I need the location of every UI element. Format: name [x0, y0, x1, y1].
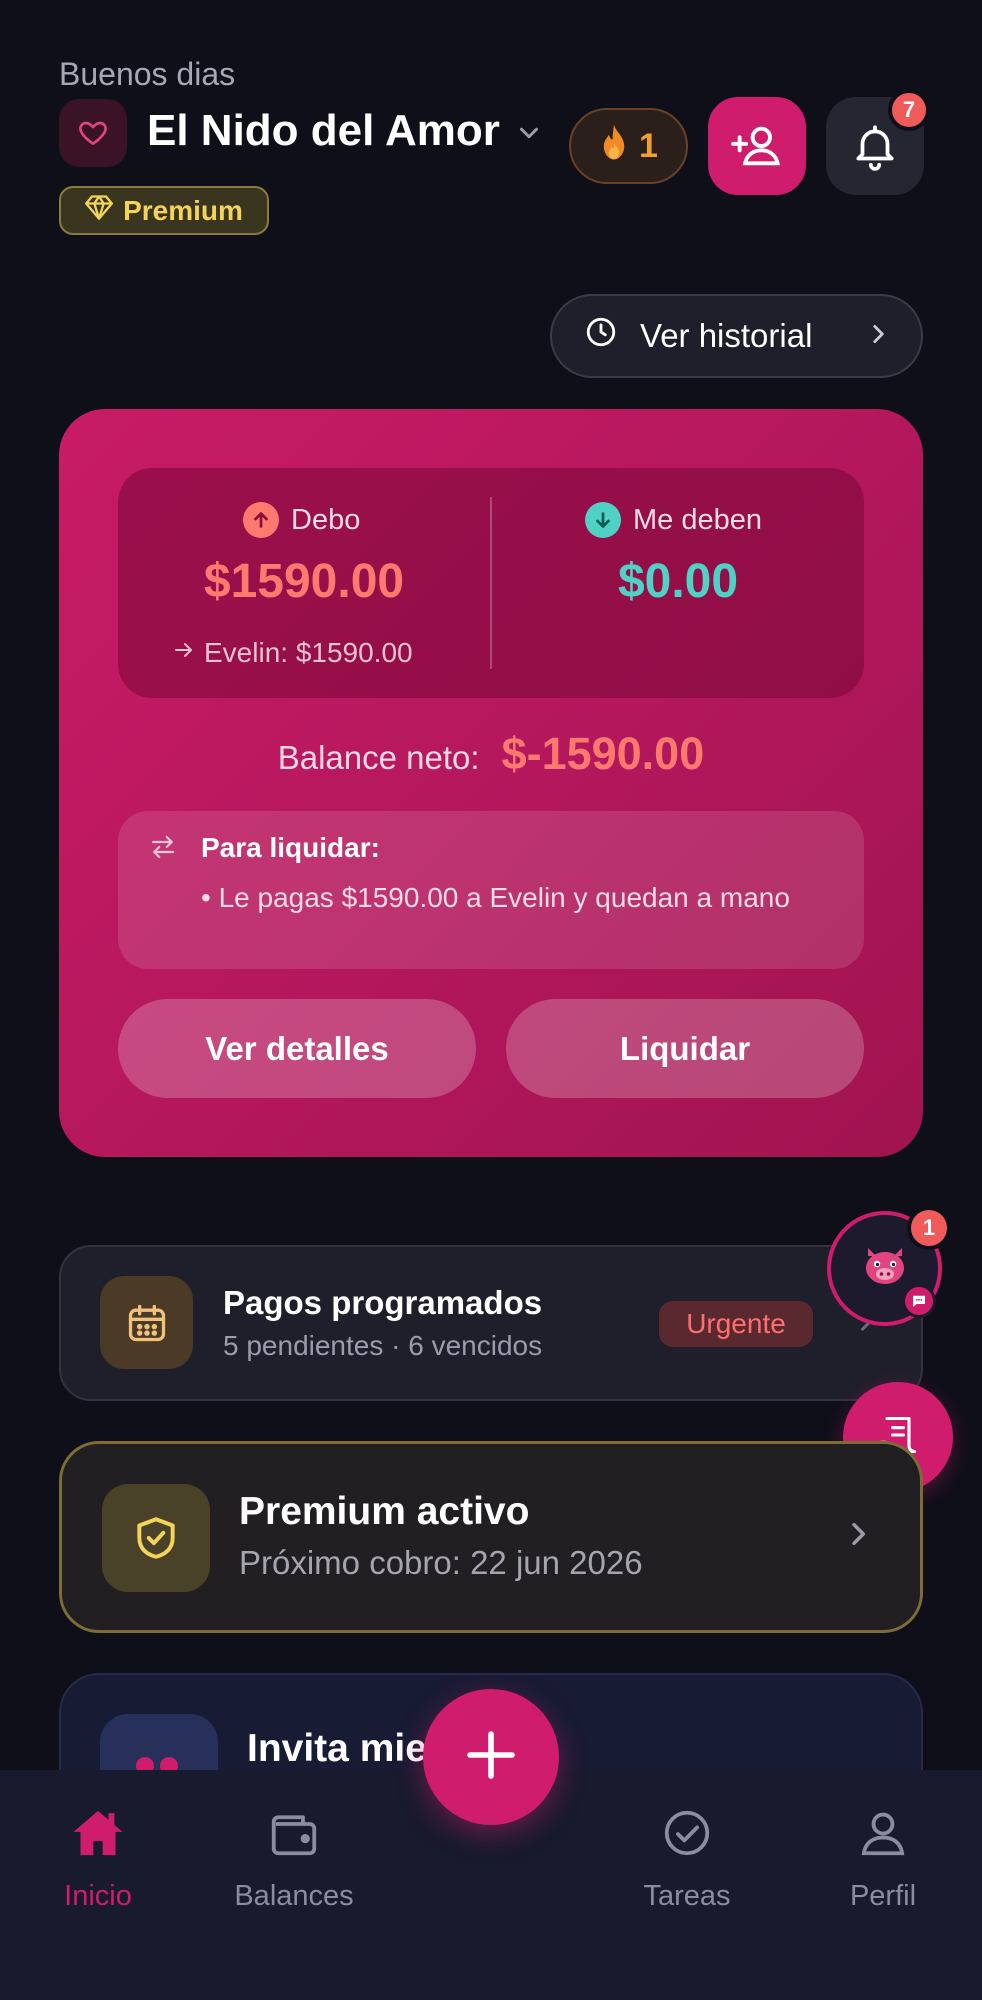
plus-icon	[463, 1727, 519, 1788]
check-circle-icon	[660, 1806, 714, 1868]
piggy-icon	[860, 1244, 910, 1293]
owe-detail: Evelin: $1590.00	[172, 637, 413, 669]
settlement-title: Para liquidar:	[201, 832, 380, 863]
nav-home-label: Inicio	[64, 1880, 132, 1912]
greeting: Buenos dias	[59, 56, 236, 92]
arrow-down-icon	[585, 502, 621, 538]
notifications-badge: 7	[888, 89, 930, 131]
chat-icon	[902, 1284, 936, 1318]
flame-icon	[599, 123, 629, 170]
chevron-right-icon	[842, 1518, 874, 1555]
invite-title: Invita mie	[247, 1727, 427, 1770]
calendar-icon	[100, 1276, 193, 1369]
owe-amount: $1590.00	[203, 555, 405, 608]
owed-header: Me deben	[585, 502, 762, 538]
premium-active-title: Premium activo	[239, 1490, 530, 1533]
owe-detail-text: Evelin: $1590.00	[204, 637, 413, 668]
user-icon	[856, 1806, 910, 1868]
net-balance-row: Balance neto: $-1590.00	[59, 728, 923, 780]
add-member-button[interactable]	[708, 97, 806, 195]
nav-tasks[interactable]: Tareas	[597, 1806, 777, 1913]
diamond-icon	[85, 194, 114, 227]
nav-profile[interactable]: Perfil	[793, 1806, 973, 1913]
mascot-badge: 1	[907, 1206, 951, 1250]
streak-count: 1	[639, 126, 658, 165]
net-balance-value: $-1590.00	[501, 728, 705, 779]
owe-label: Debo	[291, 503, 361, 536]
settle-button[interactable]: Liquidar	[506, 999, 864, 1098]
streak-counter[interactable]: 1	[569, 108, 688, 184]
history-button[interactable]: Ver historial	[550, 294, 923, 378]
premium-next-charge: Próximo cobro: 22 jun 2026	[239, 1544, 643, 1581]
shield-check-icon	[102, 1484, 210, 1592]
owe-header: Debo	[243, 502, 360, 538]
heart-icon	[59, 99, 127, 167]
nav-home[interactable]: Inicio	[8, 1806, 188, 1913]
view-details-button[interactable]: Ver detalles	[118, 999, 476, 1098]
swap-icon	[148, 832, 178, 867]
net-balance-label: Balance neto:	[277, 739, 480, 776]
nav-profile-label: Perfil	[849, 1880, 917, 1912]
group-name[interactable]: El Nido del Amor	[147, 106, 500, 156]
add-expense-button[interactable]	[423, 1689, 559, 1825]
arrow-right-icon	[172, 637, 196, 669]
scheduled-payments-title: Pagos programados	[223, 1284, 543, 1321]
premium-badge: Premium	[59, 186, 269, 235]
chevron-right-icon	[865, 317, 891, 355]
wallet-icon	[267, 1806, 321, 1868]
nav-balances[interactable]: Balances	[204, 1806, 384, 1913]
owed-label: Me deben	[633, 503, 762, 536]
arrow-up-icon	[243, 502, 279, 538]
history-button-label: Ver historial	[640, 317, 813, 354]
scheduled-payments-subtitle: 5 pendientes · 6 vencidos	[223, 1330, 543, 1361]
urgent-badge: Urgente	[659, 1301, 813, 1347]
home-icon	[70, 1806, 126, 1868]
nav-balances-label: Balances	[234, 1880, 354, 1912]
premium-badge-label: Premium	[123, 194, 243, 226]
settlement-line: • Le pagas $1590.00 a Evelin y quedan a …	[201, 882, 790, 913]
clock-icon	[584, 315, 618, 357]
owed-amount: $0.00	[617, 555, 739, 608]
nav-tasks-label: Tareas	[643, 1880, 731, 1912]
chevron-down-icon[interactable]	[514, 118, 544, 153]
